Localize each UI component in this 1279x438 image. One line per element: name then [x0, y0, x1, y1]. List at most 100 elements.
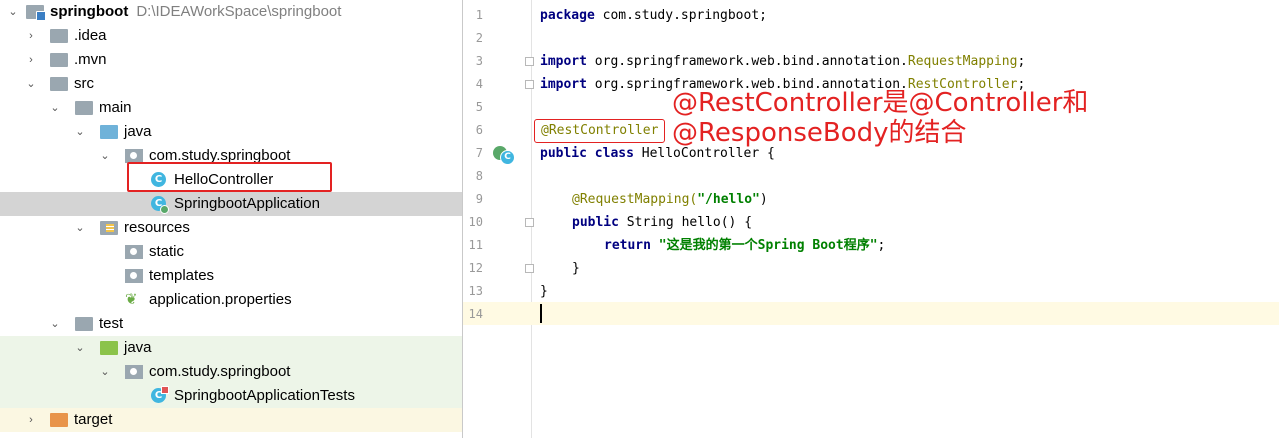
tree-item-label: .idea — [74, 27, 107, 44]
folder-icon — [50, 53, 68, 67]
line-number: 2 — [475, 31, 483, 45]
tree-item-test-java[interactable]: ⌄ java — [0, 336, 462, 360]
chevron-right-icon[interactable]: › — [24, 408, 38, 432]
tree-item-label: application.properties — [149, 291, 292, 308]
line-number: 1 — [475, 8, 483, 22]
code-text: HelloController { — [633, 146, 775, 161]
tree-item-src[interactable]: ⌄ src — [0, 72, 462, 96]
keyword: import — [540, 77, 587, 92]
test-folder-icon — [100, 341, 118, 355]
folder-icon — [125, 269, 143, 283]
tree-item-mvn[interactable]: › .mvn — [0, 48, 462, 72]
code-text: ; — [1017, 54, 1026, 69]
code-line-9[interactable]: @RequestMapping("/hello") — [572, 188, 768, 211]
annotation: @RequestMapping( — [572, 192, 698, 207]
fold-marker-icon[interactable] — [525, 264, 534, 273]
import-class: RequestMapping — [907, 54, 1018, 69]
tree-item-label: static — [149, 243, 185, 260]
excluded-folder-icon — [50, 413, 68, 427]
tree-item-resources[interactable]: ⌄ resources — [0, 216, 462, 240]
fold-marker-icon[interactable] — [525, 218, 534, 227]
line-number: 6 — [475, 123, 483, 137]
tree-item-label: SpringbootApplicationTests — [174, 387, 355, 404]
code-text: ) — [759, 192, 768, 207]
spring-leaf-icon: ❦ — [125, 291, 138, 308]
chevron-down-icon[interactable]: ⌄ — [73, 120, 87, 144]
code-text: String hello() { — [618, 215, 753, 230]
code-line-3[interactable]: import org.springframework.web.bind.anno… — [540, 50, 1025, 73]
tree-item-main[interactable]: ⌄ main — [0, 96, 462, 120]
code-text: ; — [877, 238, 886, 253]
test-class-icon: C — [151, 386, 169, 403]
chevron-right-icon[interactable]: › — [24, 48, 38, 72]
tree-item-application-properties[interactable]: ❦ application.properties — [0, 288, 462, 312]
tree-item-label: templates — [149, 267, 215, 284]
module-folder-icon — [26, 5, 46, 21]
string-literal: "/hello" — [697, 192, 760, 207]
annotation-highlight-box[interactable]: @RestController — [534, 119, 666, 143]
folder-icon — [75, 101, 93, 115]
tree-item-static[interactable]: static — [0, 240, 462, 264]
chevron-down-icon[interactable]: ⌄ — [73, 336, 87, 360]
tree-item-springbootapplicationtests[interactable]: C SpringbootApplicationTests — [0, 384, 462, 408]
line-number: 7 — [475, 146, 483, 160]
tree-item-label: resources — [124, 219, 190, 236]
chevron-down-icon[interactable]: ⌄ — [48, 96, 62, 120]
tree-item-label: target — [74, 411, 113, 428]
tree-item-label: com.study.springboot — [149, 363, 291, 380]
line-number: 11 — [468, 238, 483, 252]
chevron-down-icon[interactable]: ⌄ — [73, 216, 87, 240]
fold-marker-icon[interactable] — [525, 80, 534, 89]
tree-item-label: java — [124, 123, 152, 140]
source-folder-icon — [100, 125, 118, 139]
tree-item-label: .mvn — [74, 51, 107, 68]
chevron-down-icon[interactable]: ⌄ — [98, 144, 112, 168]
tree-item-test-package[interactable]: ⌄ com.study.springboot — [0, 360, 462, 384]
chevron-down-icon[interactable]: ⌄ — [48, 312, 62, 336]
folder-icon — [75, 317, 93, 331]
code-text: com.study.springboot; — [594, 8, 767, 23]
keyword: return — [604, 238, 651, 253]
line-number: 3 — [475, 54, 483, 68]
tree-item-label: java — [124, 339, 152, 356]
code-line-10[interactable]: public String hello() { — [572, 211, 752, 234]
string-literal: "这是我的第一个Spring Boot程序" — [650, 238, 878, 253]
root-path: D:\IDEAWorkSpace\springboot — [136, 3, 342, 20]
callout-note: @RestController是@Controller和@ResponseBod… — [672, 88, 1089, 148]
keyword: public class — [540, 146, 634, 161]
tree-item-test[interactable]: ⌄ test — [0, 312, 462, 336]
fold-marker-icon[interactable] — [525, 57, 534, 66]
line-number: 8 — [475, 169, 483, 183]
tree-root[interactable]: ⌄ springboot D:\IDEAWorkSpace\springboot — [0, 0, 462, 24]
line-number: 12 — [468, 261, 483, 275]
tree-item-label: SpringbootApplication — [174, 195, 320, 212]
tree-item-label: main — [99, 99, 132, 116]
tree-item-target[interactable]: › target — [0, 408, 462, 432]
line-number: 9 — [475, 192, 483, 206]
tree-item-main-java[interactable]: ⌄ java — [0, 120, 462, 144]
tree-item-templates[interactable]: templates — [0, 264, 462, 288]
line-number: 13 — [468, 284, 483, 298]
code-line-11[interactable]: return "这是我的第一个Spring Boot程序"; — [604, 234, 885, 257]
chevron-right-icon[interactable]: › — [24, 24, 38, 48]
chevron-down-icon[interactable]: ⌄ — [24, 72, 38, 96]
folder-icon — [50, 77, 68, 91]
tree-item-springbootapplication[interactable]: C SpringbootApplication — [0, 192, 462, 216]
resources-folder-icon — [100, 221, 118, 235]
highlight-box-hellocontroller — [127, 162, 332, 192]
text-caret — [540, 304, 542, 323]
chevron-down-icon[interactable]: ⌄ — [6, 0, 20, 24]
chevron-down-icon[interactable]: ⌄ — [98, 360, 112, 384]
code-line-1[interactable]: package com.study.springboot; — [540, 4, 767, 27]
code-text: org.springframework.web.bind.annotation. — [586, 54, 908, 69]
code-line-13[interactable]: } — [540, 280, 548, 303]
package-icon — [125, 365, 143, 379]
code-line-12[interactable]: } — [572, 257, 580, 280]
tree-item-label: test — [99, 315, 124, 332]
class-gutter-icon[interactable]: C — [500, 150, 515, 165]
tree-item-idea[interactable]: › .idea — [0, 24, 462, 48]
project-tree: ⌄ springboot D:\IDEAWorkSpace\springboot … — [0, 0, 462, 438]
line-number: 5 — [475, 100, 483, 114]
line-number: 14 — [468, 307, 483, 321]
line-number: 4 — [475, 77, 483, 91]
